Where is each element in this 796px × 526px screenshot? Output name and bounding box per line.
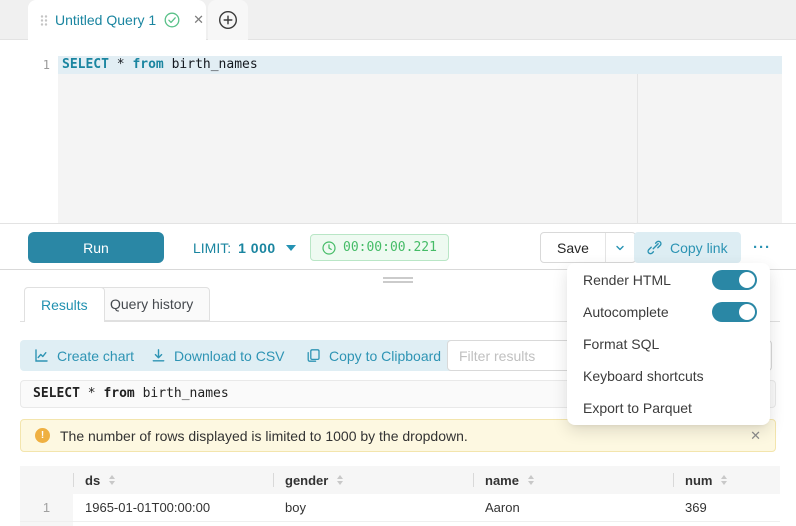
new-query-tab-button[interactable] <box>208 0 248 40</box>
column-header-label: num <box>685 473 712 488</box>
chart-icon <box>34 348 49 363</box>
save-split-button: Save <box>540 232 636 263</box>
copy-link-label: Copy link <box>670 240 728 256</box>
limit-value: 1 000 <box>238 240 276 256</box>
tab-query-history[interactable]: Query history <box>93 287 210 321</box>
ellipsis-icon: ··· <box>753 239 771 256</box>
menu-item-label: Format SQL <box>583 336 659 352</box>
sql-keyword: SELECT <box>33 386 80 401</box>
sort-icon[interactable] <box>528 475 534 485</box>
plus-circle-icon <box>218 10 238 30</box>
sql-keyword: from <box>103 386 134 401</box>
column-header-label: gender <box>285 473 328 488</box>
row-index: 1 <box>20 494 73 522</box>
column-header-label: ds <box>85 473 100 488</box>
menu-item-export-parquet[interactable]: Export to Parquet <box>567 392 770 424</box>
warning-message: The number of rows displayed is limited … <box>60 428 468 444</box>
pane-resize-handle[interactable] <box>383 277 413 285</box>
copy-clipboard-button[interactable]: Copy to Clipboard <box>292 340 455 371</box>
results-table: ds gender name num 1 1965-01-01T00:00:00… <box>20 466 780 526</box>
limit-label: LIMIT: <box>193 240 231 256</box>
warning-icon: ! <box>35 428 50 443</box>
query-timer-badge: 00:00:00.221 <box>310 234 449 261</box>
column-header-num[interactable]: num <box>673 466 780 494</box>
sql-keyword: SELECT <box>62 57 109 72</box>
query-tab-title: Untitled Query 1 <box>55 12 156 28</box>
chevron-down-icon <box>614 242 626 254</box>
column-header-gender[interactable]: gender <box>273 466 473 494</box>
menu-item-label: Keyboard shortcuts <box>583 368 704 384</box>
menu-item-label: Render HTML <box>583 272 671 288</box>
menu-item-keyboard-shortcuts[interactable]: Keyboard shortcuts <box>567 360 770 392</box>
sql-editor[interactable]: 1 SELECT * from birth_names <box>28 56 782 223</box>
query-tab-untitled[interactable]: Untitled Query 1 ✕ <box>28 0 206 40</box>
download-csv-label: Download to CSV <box>174 348 285 364</box>
close-banner-icon[interactable]: ✕ <box>750 428 761 444</box>
table-row: 1 1965-01-01T00:00:00 boy Aaron 369 <box>20 494 780 522</box>
download-csv-button[interactable]: Download to CSV <box>137 340 299 371</box>
tab-query-history-label: Query history <box>110 296 193 312</box>
cell-gender: boy <box>273 494 473 522</box>
autocomplete-toggle[interactable] <box>712 302 757 322</box>
more-options-menu: Render HTML Autocomplete Format SQL Keyb… <box>567 263 770 425</box>
caret-down-icon <box>286 245 296 251</box>
drag-handle-icon[interactable] <box>40 14 48 27</box>
table-header-row: ds gender name num <box>20 466 780 494</box>
save-button[interactable]: Save <box>541 233 605 262</box>
tab-results[interactable]: Results <box>24 287 105 322</box>
clock-icon <box>322 241 336 255</box>
cell-name: Aaron <box>473 494 673 522</box>
download-icon <box>151 348 166 363</box>
sort-icon[interactable] <box>337 475 343 485</box>
sort-icon[interactable] <box>721 475 727 485</box>
sql-text: * <box>109 57 132 72</box>
menu-item-format-sql[interactable]: Format SQL <box>567 328 770 360</box>
editor-code-line[interactable]: SELECT * from birth_names <box>62 56 258 74</box>
more-options-button[interactable]: ··· <box>744 232 780 263</box>
table-row-partial <box>20 522 780 526</box>
editor-print-margin <box>637 74 638 223</box>
save-options-button[interactable] <box>605 233 635 262</box>
sql-keyword: from <box>132 57 163 72</box>
menu-item-label: Autocomplete <box>583 304 669 320</box>
run-button[interactable]: Run <box>28 232 164 263</box>
menu-item-label: Export to Parquet <box>583 400 692 416</box>
link-icon <box>647 240 662 255</box>
sql-text: birth_names <box>164 57 258 72</box>
editor-gutter: 1 <box>28 56 58 223</box>
line-number: 1 <box>28 56 58 74</box>
tab-results-label: Results <box>41 297 88 313</box>
cell-num: 369 <box>673 494 780 522</box>
sort-icon[interactable] <box>109 475 115 485</box>
copy-clipboard-label: Copy to Clipboard <box>329 348 441 364</box>
limit-dropdown[interactable]: LIMIT: 1 000 <box>193 232 296 263</box>
render-html-toggle[interactable] <box>712 270 757 290</box>
column-header-label: name <box>485 473 519 488</box>
menu-item-render-html[interactable]: Render HTML <box>567 264 770 296</box>
sql-text: birth_names <box>135 386 229 401</box>
sql-lab-window: Untitled Query 1 ✕ 1 SELECT * from birth… <box>0 0 796 526</box>
create-chart-label: Create chart <box>57 348 134 364</box>
close-tab-icon[interactable]: ✕ <box>193 12 204 28</box>
check-circle-icon <box>164 12 180 28</box>
elapsed-time: 00:00:00.221 <box>343 240 437 255</box>
copy-icon <box>306 348 321 363</box>
column-header-name[interactable]: name <box>473 466 673 494</box>
cell-ds: 1965-01-01T00:00:00 <box>73 494 273 522</box>
sql-text: * <box>80 386 103 401</box>
copy-link-button[interactable]: Copy link <box>634 232 741 263</box>
create-chart-button[interactable]: Create chart <box>20 340 148 371</box>
menu-item-autocomplete[interactable]: Autocomplete <box>567 296 770 328</box>
row-index-header <box>20 466 73 494</box>
column-header-ds[interactable]: ds <box>73 466 273 494</box>
